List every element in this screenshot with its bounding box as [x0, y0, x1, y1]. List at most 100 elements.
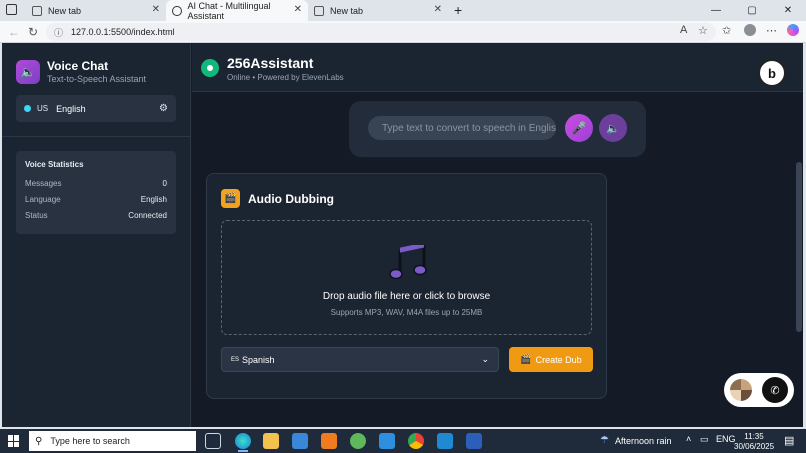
- sidebar: 🔈 Voice Chat Text-to-Speech Assistant US…: [2, 43, 191, 427]
- windows-start-icon[interactable]: [8, 435, 20, 447]
- language-code: US: [37, 104, 49, 113]
- notifications-icon[interactable]: ▤: [784, 434, 794, 447]
- close-tab-icon[interactable]: ✕: [294, 4, 302, 15]
- voice-call-widget[interactable]: ✆: [724, 373, 794, 407]
- windows-taskbar: ⚲ Type here to search ☂ Afternoon rain ˄…: [0, 429, 806, 453]
- language-indicator[interactable]: ENG: [716, 434, 736, 444]
- taskbar-search[interactable]: ⚲ Type here to search: [29, 431, 196, 451]
- stat-value: 0: [162, 178, 167, 188]
- favorite-star-icon[interactable]: ☆: [698, 24, 708, 37]
- create-dub-button[interactable]: 🎬 Create Dub: [509, 347, 593, 372]
- tab-new-1[interactable]: New tab ✕: [26, 0, 166, 21]
- microphone-icon: 🎤: [571, 121, 587, 135]
- sidebar-divider: [2, 136, 191, 137]
- more-menu-icon[interactable]: ⋯: [766, 24, 777, 37]
- favorites-icon[interactable]: ✩: [722, 24, 731, 37]
- stat-value: Connected: [128, 210, 167, 220]
- online-status-icon: [201, 59, 219, 77]
- word-icon[interactable]: [466, 433, 482, 449]
- clapperboard-icon: 🎬: [221, 189, 240, 208]
- search-placeholder: Type here to search: [50, 436, 130, 446]
- target-language-select[interactable]: ES Spanish ⌄: [221, 347, 499, 372]
- chevron-up-icon[interactable]: ˄: [686, 434, 691, 444]
- scrollbar[interactable]: [795, 92, 803, 427]
- close-tab-icon[interactable]: ✕: [152, 4, 160, 15]
- info-icon: ⓘ: [54, 27, 64, 38]
- vlc-icon[interactable]: [321, 433, 337, 449]
- phone-call-icon[interactable]: ✆: [762, 377, 788, 403]
- logo-letter: b: [768, 65, 776, 81]
- tab-title: New tab: [330, 5, 364, 16]
- assistant-name: 256Assistant: [227, 55, 314, 71]
- audio-dubbing-card: 🎬 Audio Dubbing Drop audio file here or …: [206, 173, 607, 399]
- tab-title: New tab: [48, 5, 82, 16]
- language-dot-icon: [24, 105, 31, 112]
- brand-logo: b: [758, 59, 786, 87]
- weather-text: Afternoon rain: [614, 435, 672, 446]
- speak-button[interactable]: 🔈: [599, 114, 627, 142]
- weather-widget[interactable]: ☂ Afternoon rain: [600, 435, 672, 446]
- gear-icon[interactable]: ⚙: [159, 103, 168, 114]
- app-icon[interactable]: [350, 433, 366, 449]
- tab-ai-chat[interactable]: AI Chat - Multilingual Assistant ✕: [166, 0, 308, 21]
- stat-row-messages: Messages 0: [25, 175, 167, 191]
- close-window-icon[interactable]: ✕: [770, 0, 806, 21]
- url-field[interactable]: ⓘ 127.0.0.1:5500/index.html: [46, 23, 716, 41]
- speaker-icon: 🔈: [606, 122, 620, 135]
- rain-cloud-icon: ☂: [600, 435, 609, 446]
- target-language: Spanish: [242, 354, 275, 365]
- close-tab-icon[interactable]: ✕: [434, 4, 442, 15]
- dubbing-title: Audio Dubbing: [248, 191, 334, 206]
- language-selector[interactable]: US English ⚙: [16, 95, 176, 122]
- microphone-button[interactable]: 🎤: [565, 114, 593, 142]
- read-aloud-icon[interactable]: A: [680, 24, 687, 36]
- vscode-icon[interactable]: [437, 433, 453, 449]
- brand: 🔈 Voice Chat Text-to-Speech Assistant: [16, 59, 146, 84]
- drop-text: Drop audio file here or click to browse: [322, 291, 491, 302]
- browser-tab-bar: New tab ✕ AI Chat - Multilingual Assista…: [0, 0, 806, 21]
- clapperboard-icon: 🎬: [520, 354, 532, 364]
- window-controls: — ▢ ✕: [698, 0, 806, 21]
- assistant-status: Online • Powered by ElevenLabs: [227, 73, 344, 82]
- voice-statistics-panel: Voice Statistics Messages 0 Language Eng…: [16, 151, 176, 234]
- music-note-icon: [389, 245, 427, 279]
- photos-icon[interactable]: [379, 433, 395, 449]
- tab-actions-icon[interactable]: [6, 4, 17, 15]
- stat-label: Language: [25, 194, 61, 204]
- stat-label: Status: [25, 210, 48, 220]
- back-icon[interactable]: ←: [8, 25, 20, 39]
- stat-label: Messages: [25, 178, 62, 188]
- text-input-panel: 🎤 🔈: [349, 101, 646, 157]
- search-icon: ⚲: [35, 435, 43, 447]
- page-icon: [32, 5, 42, 16]
- file-explorer-icon[interactable]: [263, 433, 279, 449]
- agent-avatar: [730, 379, 752, 401]
- speaker-icon: 🔈: [16, 59, 40, 84]
- address-bar: ← ↻ ⓘ 127.0.0.1:5500/index.html A ☆ ✩ ⋯: [0, 21, 806, 43]
- clock[interactable]: 11:35 30/06/2025: [734, 432, 774, 452]
- maximize-icon[interactable]: ▢: [734, 0, 770, 21]
- brand-title: Voice Chat: [47, 59, 109, 73]
- task-view-icon[interactable]: [205, 433, 221, 449]
- chrome-icon[interactable]: [408, 433, 424, 449]
- network-icon[interactable]: ▭: [700, 434, 709, 445]
- stat-row-language: Language English: [25, 191, 167, 207]
- stats-title: Voice Statistics: [25, 160, 84, 169]
- audio-dropzone[interactable]: Drop audio file here or click to browse …: [221, 220, 592, 335]
- profile-avatar[interactable]: [744, 24, 756, 36]
- speech-text-input[interactable]: [368, 116, 556, 140]
- stat-row-status: Status Connected: [25, 207, 167, 223]
- copilot-icon[interactable]: [787, 24, 799, 36]
- app-window: 🔈 Voice Chat Text-to-Speech Assistant US…: [2, 43, 803, 427]
- clock-time: 11:35: [744, 432, 764, 441]
- tab-new-2[interactable]: New tab ✕: [308, 0, 448, 21]
- language-code: ES: [231, 356, 240, 363]
- brand-subtitle: Text-to-Speech Assistant: [47, 74, 147, 84]
- minimize-icon[interactable]: —: [698, 0, 734, 21]
- edge-icon[interactable]: [235, 433, 251, 452]
- main-panel: 256Assistant Online • Powered by ElevenL…: [192, 43, 803, 427]
- clock-date: 30/06/2025: [734, 442, 775, 451]
- store-icon[interactable]: [292, 433, 308, 449]
- refresh-icon[interactable]: ↻: [28, 25, 38, 39]
- new-tab-button[interactable]: +: [454, 2, 462, 18]
